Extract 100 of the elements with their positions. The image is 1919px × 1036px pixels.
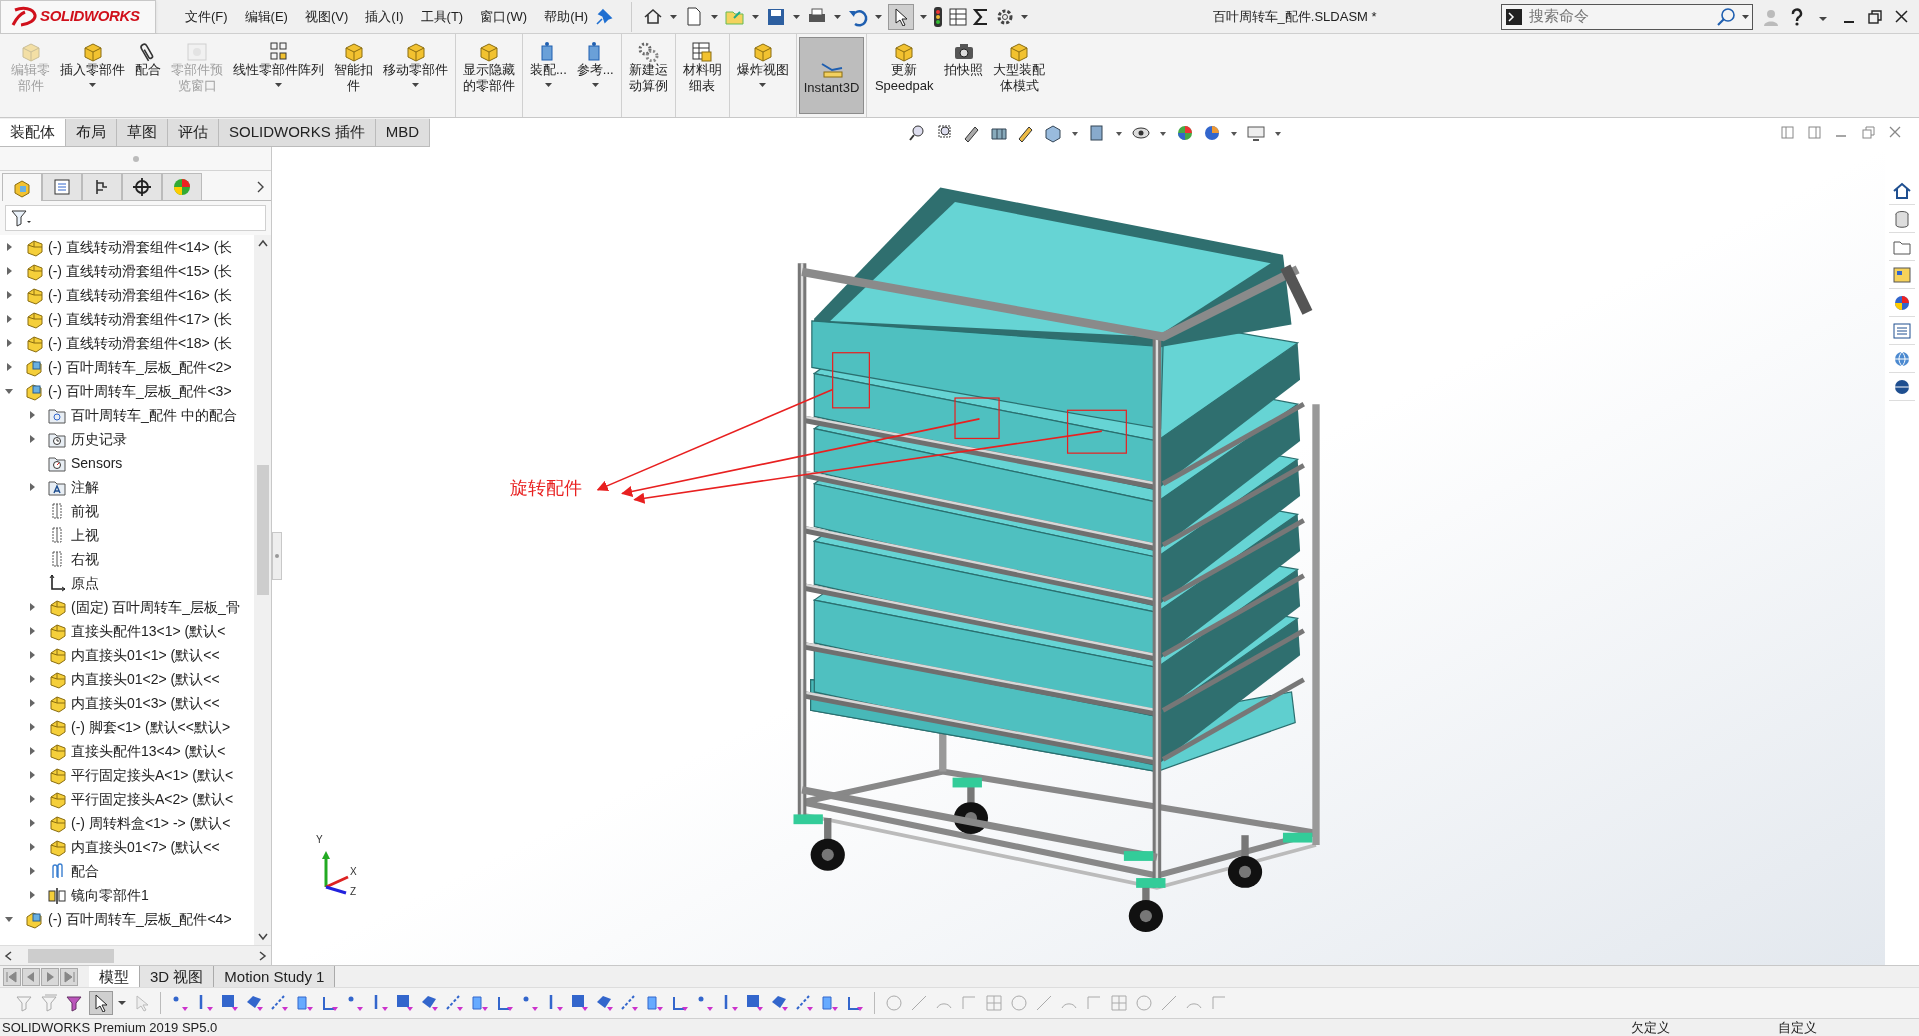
scroll-left-icon[interactable] xyxy=(4,950,12,961)
vertical-scrollbar[interactable] xyxy=(254,235,271,945)
menu-item[interactable]: 帮助(H) xyxy=(537,3,596,30)
collapse-caret-icon[interactable] xyxy=(4,914,14,924)
command-tab[interactable]: SOLIDWORKS 插件 xyxy=(219,119,376,146)
menu-item[interactable]: 视图(V) xyxy=(297,3,356,30)
sum-icon[interactable] xyxy=(973,6,990,27)
filter-icon[interactable] xyxy=(64,993,84,1013)
command-tab[interactable]: 评估 xyxy=(168,119,219,146)
command-tab[interactable]: MBD xyxy=(375,119,431,146)
expand-caret-icon[interactable] xyxy=(27,818,37,828)
ribbon-button[interactable]: 更新Speedpak xyxy=(869,37,940,114)
expand-caret-icon[interactable] xyxy=(4,266,14,276)
expand-caret-icon[interactable] xyxy=(27,770,37,780)
ribbon-button[interactable]: 拍快照 xyxy=(939,37,989,114)
scroll-right-icon[interactable] xyxy=(259,950,267,961)
ribbon-button[interactable]: 爆炸视图 xyxy=(731,37,794,114)
ribbon-button[interactable]: 参考... xyxy=(571,37,619,114)
command-tab[interactable]: 装配体 xyxy=(0,119,66,146)
tree-item[interactable]: (-) 周转料盒<1> -> (默认< xyxy=(71,812,231,834)
ribbon-button[interactable]: 材料明细表 xyxy=(677,37,727,114)
search-field[interactable]: 搜索命令 xyxy=(1529,5,1710,28)
caret-icon[interactable] xyxy=(793,13,801,20)
line-filter-icon[interactable] xyxy=(795,993,815,1013)
home-icon[interactable] xyxy=(1892,180,1912,201)
tree-item[interactable]: (-) 直线转动滑套组件<17> (长 xyxy=(48,308,233,330)
tree-item[interactable]: 直接头配件13<1> (默认< xyxy=(71,620,226,642)
panel-collapse-handle[interactable] xyxy=(272,532,282,580)
help-icon[interactable] xyxy=(1789,7,1805,26)
caret-icon[interactable] xyxy=(834,13,842,20)
ribbon-button[interactable]: 大型装配体模式 xyxy=(988,37,1051,114)
expand-caret-icon[interactable] xyxy=(27,434,37,444)
face-filter-icon[interactable] xyxy=(570,993,590,1013)
caret-icon[interactable] xyxy=(670,13,678,20)
tree-item[interactable]: (固定) 百叶周转车_层板_骨 xyxy=(71,596,240,618)
traffic-light-icon[interactable] xyxy=(933,5,944,28)
tree-item[interactable]: 配合 xyxy=(71,860,99,882)
tree-item[interactable]: 内直接头01<7> (默认<< xyxy=(71,836,220,858)
tree-item[interactable]: 平行固定接头A<2> (默认< xyxy=(71,788,234,810)
tile-left-icon[interactable] xyxy=(1780,125,1795,140)
tree-item[interactable]: 百叶周转车_配件 中的配合 xyxy=(71,404,237,426)
panel-tab[interactable] xyxy=(122,173,162,201)
ribbon-button[interactable]: 线性零部件阵列 xyxy=(228,37,329,114)
tree-item[interactable]: (-) 直线转动滑套组件<14> (长 xyxy=(48,236,233,258)
plane-filter-icon[interactable] xyxy=(470,993,490,1013)
panel-tab[interactable] xyxy=(82,173,122,201)
table-icon[interactable] xyxy=(949,6,968,27)
ribbon-button[interactable]: 智能扣件 xyxy=(329,37,378,114)
scroll-down-icon[interactable] xyxy=(257,933,268,941)
face-filter-icon[interactable] xyxy=(395,993,415,1013)
expand-caret-icon[interactable] xyxy=(4,290,14,300)
expand-caret-icon[interactable] xyxy=(4,242,14,252)
scroll-thumb[interactable] xyxy=(27,948,114,963)
tree-item[interactable]: 平行固定接头A<1> (默认< xyxy=(71,764,234,786)
tree-item[interactable]: (-) 脚套<1> (默认<<默认> xyxy=(71,716,231,738)
expand-caret-icon[interactable] xyxy=(4,314,14,324)
expand-caret-icon[interactable] xyxy=(27,698,37,708)
caret-icon[interactable] xyxy=(118,1000,126,1006)
ribbon-button[interactable]: Instant3D xyxy=(798,37,865,114)
expand-caret-icon[interactable] xyxy=(27,410,37,420)
ribbon-button[interactable]: 装配... xyxy=(525,37,572,114)
menu-item[interactable]: 插入(I) xyxy=(358,3,411,30)
tile-right-icon[interactable] xyxy=(1807,125,1822,140)
scroll-thumb[interactable] xyxy=(256,465,269,595)
tree-item[interactable]: 内直接头01<3> (默认<< xyxy=(71,692,220,714)
expand-caret-icon[interactable] xyxy=(27,674,37,684)
filter-field[interactable] xyxy=(5,205,266,231)
expand-caret-icon[interactable] xyxy=(27,890,37,900)
expand-caret-icon[interactable] xyxy=(27,722,37,732)
expand-caret-icon[interactable] xyxy=(27,794,37,804)
view-tab[interactable]: Motion Study 1 xyxy=(214,966,336,987)
expand-caret-icon[interactable] xyxy=(4,338,14,348)
line-filter-icon[interactable] xyxy=(620,993,640,1013)
ribbon-button[interactable]: 插入零部件 xyxy=(55,37,130,114)
tree-item[interactable]: 上视 xyxy=(71,524,99,546)
tree-item[interactable]: 直接头配件13<4> (默认< xyxy=(71,740,226,762)
face-filter-icon[interactable] xyxy=(745,993,765,1013)
restore-icon[interactable] xyxy=(1867,7,1883,26)
view-tab[interactable]: 模型 xyxy=(89,966,140,987)
tree-item[interactable]: (-) 直线转动滑套组件<18> (长 xyxy=(48,332,233,354)
tree-item[interactable]: 历史记录 xyxy=(71,428,127,450)
tree-item[interactable]: 注解 xyxy=(71,476,99,498)
line-filter-icon[interactable] xyxy=(270,993,290,1013)
tree-item[interactable]: (-) 百叶周转车_层板_配件<3> xyxy=(48,380,232,402)
units-selector[interactable]: 自定义 xyxy=(1778,1019,1817,1036)
plane-filter-icon[interactable] xyxy=(645,993,665,1013)
body-filter-icon[interactable] xyxy=(770,993,790,1013)
expand-caret-icon[interactable] xyxy=(27,746,37,756)
tree-item[interactable]: 镜向零部件1 xyxy=(71,884,149,906)
splitter-handle[interactable] xyxy=(132,155,139,162)
menu-item[interactable]: 编辑(E) xyxy=(237,3,295,30)
line-filter-icon[interactable] xyxy=(445,993,465,1013)
tree-item[interactable]: (-) 直线转动滑套组件<16> (长 xyxy=(48,284,233,306)
expand-caret-icon[interactable] xyxy=(27,650,37,660)
command-tab[interactable]: 草图 xyxy=(117,119,168,146)
plane-filter-icon[interactable] xyxy=(295,993,315,1013)
panel-icon[interactable] xyxy=(1892,264,1912,285)
caret-icon[interactable] xyxy=(875,13,883,20)
tree-item[interactable]: (-) 直线转动滑套组件<15> (长 xyxy=(48,260,233,282)
tree-item[interactable]: Sensors xyxy=(71,452,123,474)
